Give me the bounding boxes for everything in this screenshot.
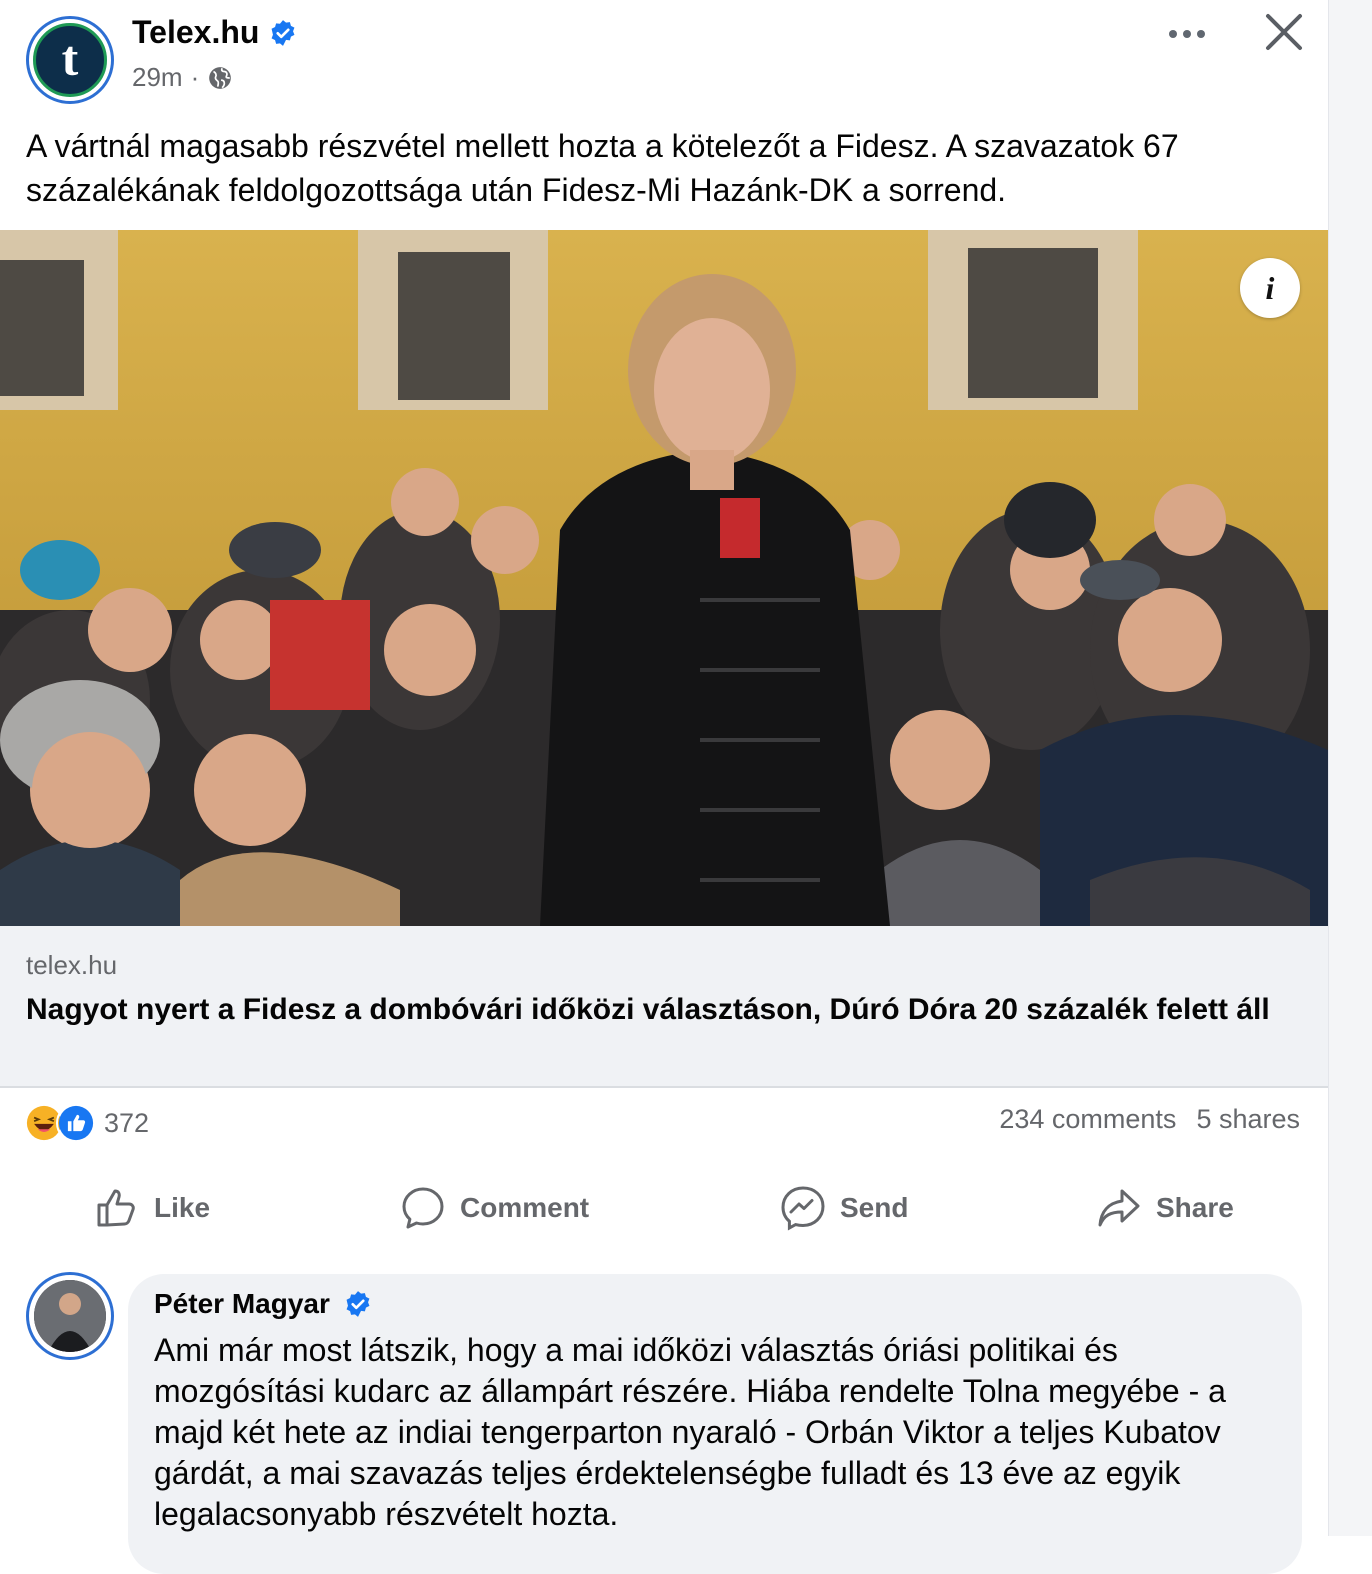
link-preview[interactable]: telex.hu Nagyot nyert a Fidesz a dombóvá… [0, 926, 1328, 1088]
page-name-row: Telex.hu [132, 14, 297, 51]
verified-badge-icon [346, 1291, 370, 1317]
like-button[interactable]: Like [94, 1172, 210, 1244]
like-icon [56, 1103, 96, 1143]
post-text: A vártnál magasabb részvétel mellett hoz… [26, 128, 1179, 208]
share-icon [1098, 1189, 1140, 1227]
scrollbar-track[interactable] [1328, 0, 1372, 1536]
comment-text: Ami már most látszik, hogy a mai időközi… [154, 1332, 1226, 1532]
link-domain: telex.hu [26, 950, 118, 980]
comment-author-row: Péter Magyar [154, 1288, 372, 1320]
photo-illustration [0, 230, 1328, 926]
comment-icon [402, 1187, 444, 1229]
link-title[interactable]: Nagyot nyert a Fidesz a dombóvári időköz… [26, 990, 1286, 1030]
comment-label: Comment [460, 1192, 590, 1223]
comment-button[interactable]: Comment [400, 1172, 589, 1244]
post-photo[interactable] [0, 230, 1328, 926]
info-icon[interactable]: i [1240, 258, 1300, 318]
close-icon[interactable] [1260, 8, 1308, 56]
shares-count[interactable]: 5 shares [1196, 1104, 1300, 1135]
post-time[interactable]: 29m [132, 62, 183, 93]
commenter-avatar[interactable] [26, 1272, 114, 1360]
more-options-icon[interactable] [1160, 16, 1214, 52]
post-stats: 234 comments 5 shares [999, 1104, 1300, 1135]
reaction-summary[interactable]: 372 [24, 1102, 149, 1144]
page-name[interactable]: Telex.hu [132, 14, 259, 51]
action-bar: Like Comment Send Share [0, 1172, 1328, 1244]
logo-letter: t [61, 30, 79, 86]
telex-logo: t [33, 23, 107, 97]
send-label: Send [840, 1192, 909, 1223]
share-button[interactable]: Share [1096, 1172, 1234, 1244]
globe-icon [209, 66, 232, 89]
messenger-icon [781, 1186, 825, 1231]
comment-bubble: Péter Magyar Ami már most látszik, hogy … [128, 1274, 1302, 1574]
post-meta: 29m · [132, 62, 233, 93]
comments-count[interactable]: 234 comments [999, 1104, 1176, 1135]
like-label: Like [154, 1192, 211, 1223]
thumbs-up-icon [97, 1189, 135, 1227]
send-button[interactable]: Send [780, 1172, 908, 1244]
feed-post: t Telex.hu 29m · A vártnál magasabb rész… [0, 0, 1328, 1574]
comment-author[interactable]: Péter Magyar [154, 1288, 330, 1320]
verified-badge-icon [272, 19, 295, 46]
page-avatar[interactable]: t [26, 16, 114, 104]
meta-separator: · [190, 62, 200, 92]
share-label: Share [1156, 1192, 1234, 1223]
commenter-photo [34, 1280, 106, 1352]
reaction-count: 372 [104, 1107, 150, 1138]
